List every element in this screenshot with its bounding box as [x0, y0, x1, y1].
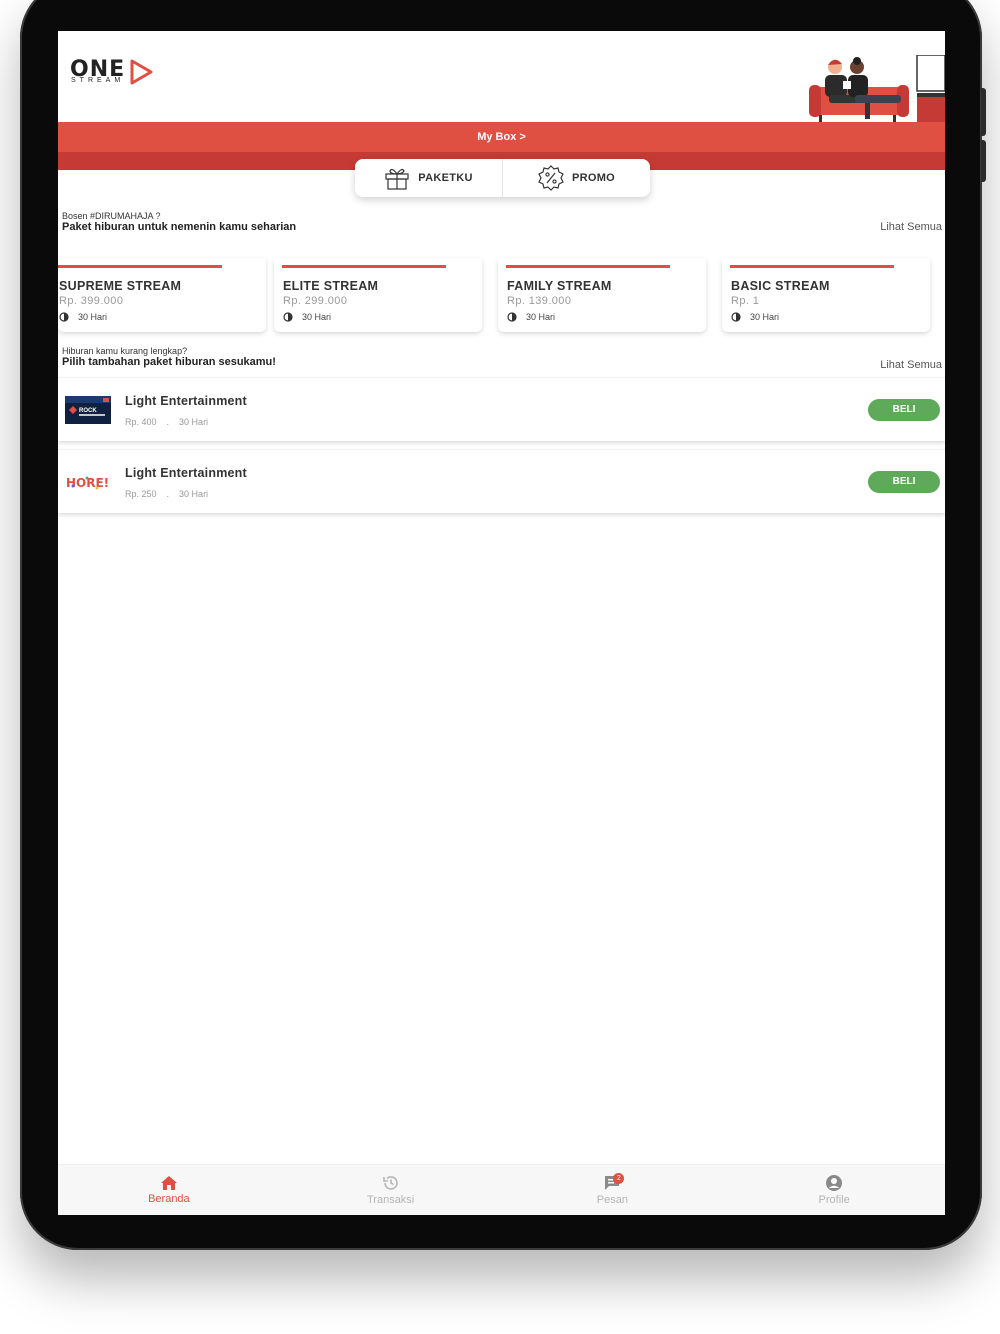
- tab-promo-label: PROMO: [571, 172, 616, 184]
- gift-icon: [385, 168, 409, 190]
- package-duration-text: 30 Hari: [78, 312, 108, 322]
- nav-pesan[interactable]: 2 Pesan: [502, 1165, 724, 1215]
- bottom-navigation: Beranda Transaksi 2 Pesan Profile: [58, 1164, 945, 1215]
- couple-on-sofa-illustration: [809, 55, 945, 125]
- tab-paketku-label: PAKETKU: [418, 172, 473, 184]
- package-list: SUPREME STREAM Rp. 399.000 30 Hari ELITE…: [58, 258, 945, 336]
- play-icon: [130, 59, 153, 85]
- my-box-link[interactable]: My Box >: [58, 122, 945, 152]
- clock-icon: [59, 312, 69, 322]
- addons-see-all-link[interactable]: Lihat Semua: [880, 359, 942, 371]
- message-count-badge: 2: [613, 1173, 625, 1184]
- nav-profile[interactable]: Profile: [723, 1165, 945, 1215]
- package-price: Rp. 139.000: [507, 295, 572, 307]
- package-name: FAMILY STREAM: [507, 279, 612, 293]
- package-name: ELITE STREAM: [283, 279, 379, 293]
- package-accent-bar: [282, 265, 446, 268]
- buy-button[interactable]: BELI: [868, 399, 940, 421]
- rock-logo-text: ROCK: [79, 408, 97, 414]
- nav-profile-label: Profile: [818, 1194, 850, 1206]
- addon-title: Light Entertainment: [125, 394, 247, 408]
- packages-section-header: Bosen #DIRUMAHAJA ? Paket hiburan untuk …: [62, 211, 942, 233]
- package-price: Rp. 1: [731, 295, 760, 307]
- app-screen: ONE STREAM My Box > PAKETKU PROMO Bosen …: [58, 31, 945, 1215]
- nav-pesan-label: Pesan: [596, 1194, 628, 1206]
- package-accent-bar: [506, 265, 670, 268]
- addon-duration: 30 Hari: [179, 417, 209, 427]
- history-icon: [382, 1176, 398, 1190]
- tab-promo[interactable]: PROMO: [502, 159, 650, 197]
- tab-paketku[interactable]: PAKETKU: [355, 159, 502, 197]
- nav-beranda[interactable]: Beranda: [58, 1165, 280, 1215]
- addon-duration: 30 Hari: [179, 489, 209, 499]
- clock-icon: [731, 312, 741, 322]
- addon-title: Light Entertainment: [125, 466, 247, 480]
- package-card-elite[interactable]: ELITE STREAM Rp. 299.000 30 Hari: [274, 258, 482, 332]
- package-accent-bar: [58, 265, 222, 268]
- onestream-logo[interactable]: ONE STREAM: [70, 57, 160, 87]
- hore-channel-logo: HORE!: [66, 476, 109, 490]
- buy-button[interactable]: BELI: [868, 471, 940, 493]
- clock-icon: [507, 312, 517, 322]
- addon-meta: Rp. 250 . 30 Hari: [125, 489, 208, 499]
- nav-transaksi[interactable]: Transaksi: [280, 1165, 502, 1215]
- addon-price: Rp. 250: [125, 489, 157, 499]
- addon-meta: Rp. 400 . 30 Hari: [125, 417, 208, 427]
- addons-subtitle: Hiburan kamu kurang lengkap?: [62, 346, 188, 356]
- addons-section-header: Hiburan kamu kurang lengkap? Pilih tamba…: [62, 346, 942, 371]
- package-duration-text: 30 Hari: [526, 312, 556, 322]
- addon-separator: .: [166, 417, 170, 427]
- home-icon: [160, 1176, 177, 1190]
- package-accent-bar: [730, 265, 894, 268]
- packages-title: Paket hiburan untuk nemenin kamu seharia…: [62, 221, 297, 233]
- package-duration: 30 Hari: [59, 312, 107, 322]
- packages-see-all-link[interactable]: Lihat Semua: [880, 221, 942, 233]
- package-card-supreme[interactable]: SUPREME STREAM Rp. 399.000 30 Hari: [58, 258, 266, 332]
- profile-icon: [826, 1175, 843, 1191]
- tab-switcher: PAKETKU PROMO: [355, 159, 650, 197]
- package-card-basic[interactable]: BASIC STREAM Rp. 1 30 Hari: [722, 258, 930, 332]
- addons-title: Pilih tambahan paket hiburan sesukamu!: [62, 356, 276, 368]
- addon-item[interactable]: HORE! Light Entertainment Rp. 250 . 30 H…: [58, 449, 945, 513]
- addon-item[interactable]: ROCK Light Entertainment Rp. 400 . 30 Ha…: [58, 377, 945, 441]
- package-card-family[interactable]: FAMILY STREAM Rp. 139.000 30 Hari: [498, 258, 706, 332]
- volume-down-button: [981, 140, 986, 182]
- packages-subtitle: Bosen #DIRUMAHAJA ?: [62, 211, 161, 221]
- package-duration-text: 30 Hari: [750, 312, 780, 322]
- package-price: Rp. 399.000: [59, 295, 124, 307]
- logo-secondary-text: STREAM: [71, 77, 125, 84]
- package-price: Rp. 299.000: [283, 295, 348, 307]
- nav-transaksi-label: Transaksi: [366, 1194, 415, 1206]
- addon-price: Rp. 400: [125, 417, 157, 427]
- volume-up-button: [981, 88, 986, 136]
- package-duration: 30 Hari: [283, 312, 331, 322]
- clock-icon: [283, 312, 293, 322]
- package-duration-text: 30 Hari: [302, 312, 332, 322]
- package-duration: 30 Hari: [507, 312, 555, 322]
- percent-badge-icon: [538, 165, 564, 191]
- package-duration: 30 Hari: [731, 312, 779, 322]
- nav-beranda-label: Beranda: [148, 1193, 190, 1205]
- app-header: ONE STREAM: [58, 31, 945, 125]
- package-name: BASIC STREAM: [731, 279, 830, 293]
- package-name: SUPREME STREAM: [59, 279, 182, 293]
- addon-separator: .: [166, 489, 170, 499]
- rock-channel-logo: ROCK: [65, 396, 111, 424]
